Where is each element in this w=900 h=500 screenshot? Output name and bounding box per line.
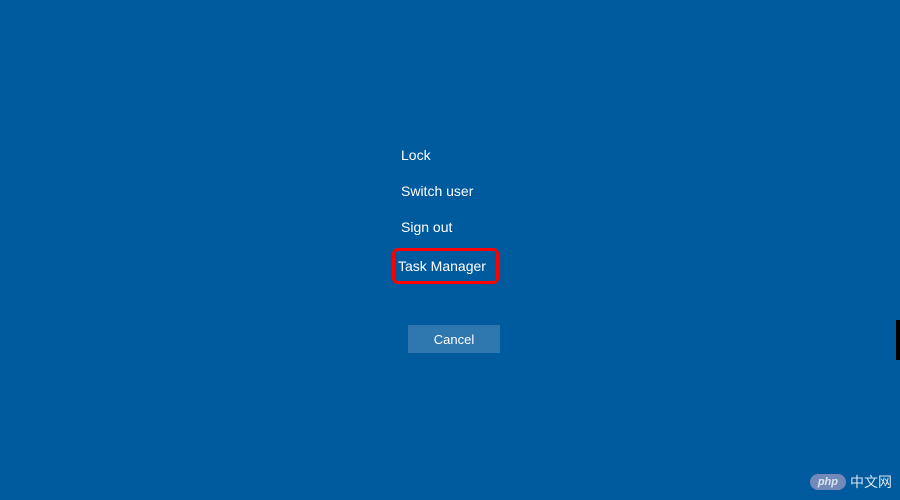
sign-out-option[interactable]: Sign out [395, 209, 499, 245]
php-badge-icon: php [810, 474, 846, 490]
switch-user-option[interactable]: Switch user [395, 173, 499, 209]
watermark-text: 中文网 [850, 472, 892, 492]
watermark: php 中文网 [810, 472, 892, 492]
cancel-button[interactable]: Cancel [408, 325, 500, 353]
lock-option[interactable]: Lock [395, 137, 499, 173]
security-options-menu: Lock Switch user Sign out Task Manager [395, 137, 499, 284]
edge-decoration [896, 320, 900, 360]
task-manager-option[interactable]: Task Manager [392, 248, 499, 284]
